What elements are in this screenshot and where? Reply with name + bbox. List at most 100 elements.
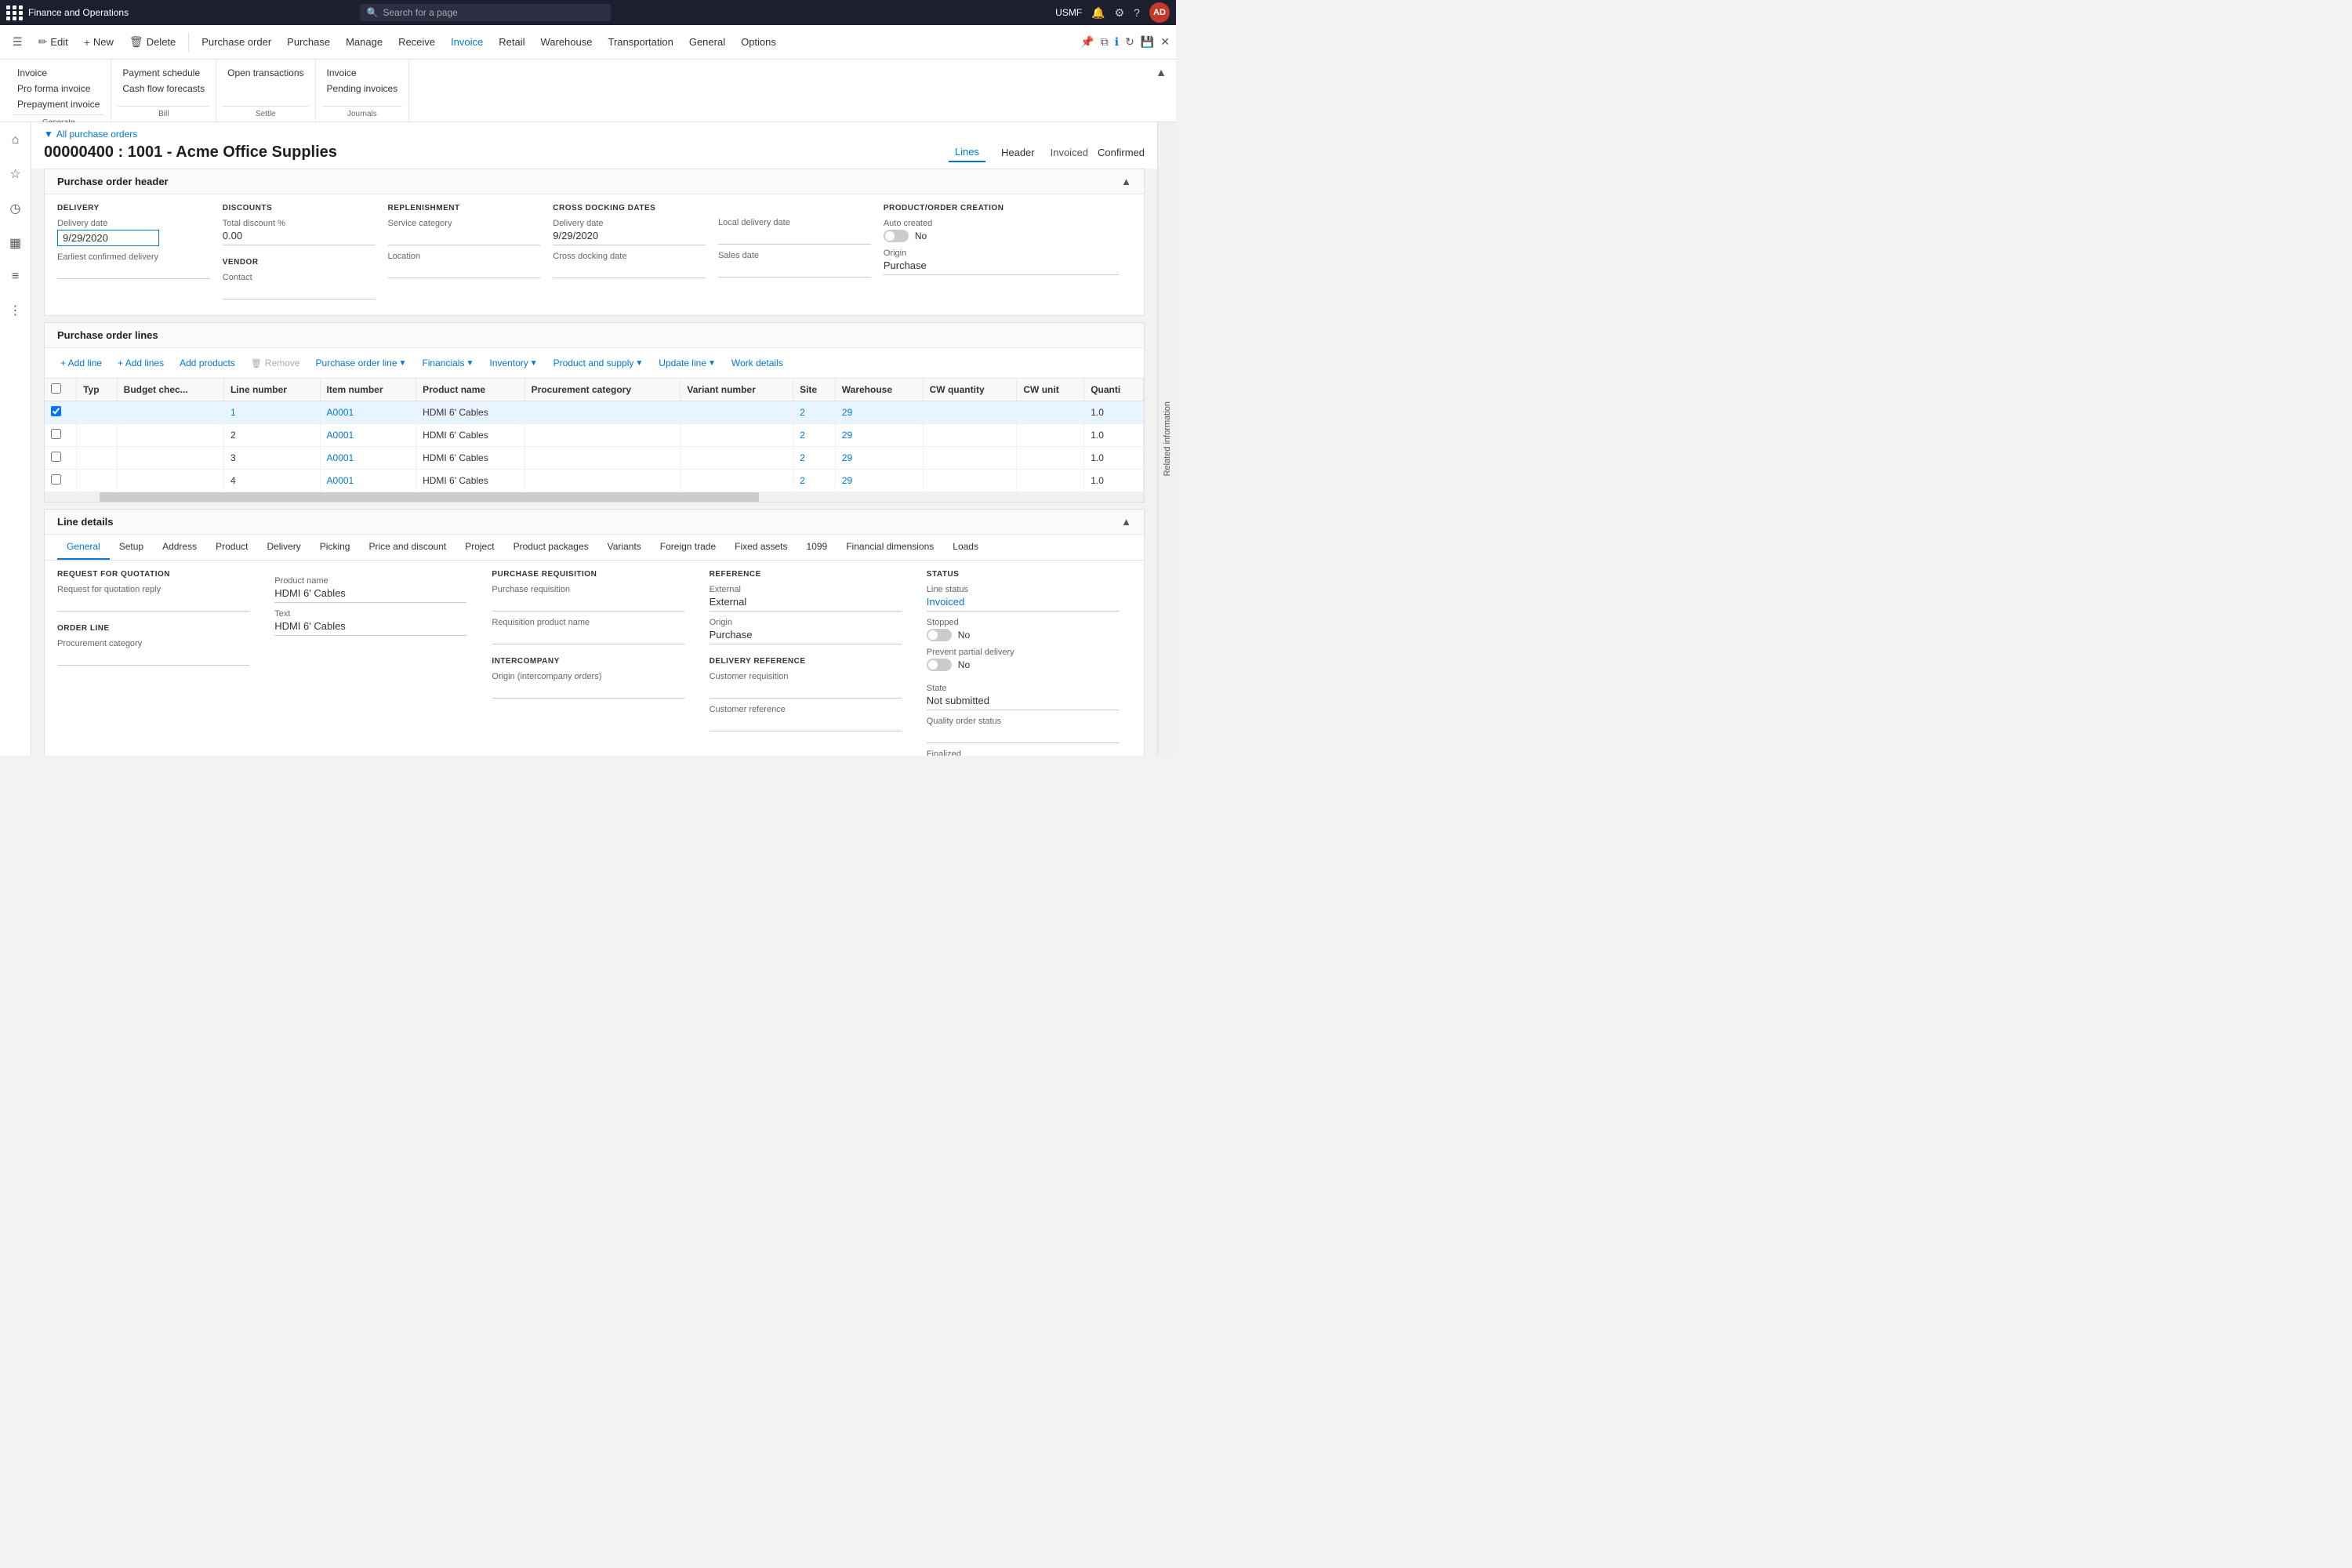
- stopped-toggle[interactable]: [927, 629, 952, 641]
- refresh-icon[interactable]: ↻: [1125, 35, 1134, 49]
- new-icon: +: [84, 36, 90, 49]
- detail-tab-picking[interactable]: Picking: [310, 535, 360, 560]
- table-row[interactable]: 1 A0001 HDMI 6' Cables 2 29 1.0: [45, 401, 1144, 424]
- delivery-date-input[interactable]: [57, 230, 159, 246]
- detail-tab-product[interactable]: Product: [206, 535, 257, 560]
- related-information-panel[interactable]: Related information: [1157, 122, 1176, 756]
- local-delivery-date-value: [718, 229, 871, 245]
- tab-receive[interactable]: Receive: [392, 33, 441, 51]
- delivery-ref-section-title: DELIVERY REFERENCE: [710, 657, 902, 666]
- add-products-button[interactable]: Add products: [173, 354, 241, 372]
- table-row[interactable]: 2 A0001 HDMI 6' Cables 2 29 1.0: [45, 424, 1144, 447]
- detail-tab-general[interactable]: General: [57, 535, 110, 560]
- recent-icon[interactable]: ◷: [5, 196, 26, 221]
- close-icon[interactable]: ✕: [1160, 35, 1170, 49]
- tab-header[interactable]: Header: [995, 143, 1041, 162]
- tab-options[interactable]: Options: [735, 33, 782, 51]
- cell-check[interactable]: [45, 424, 77, 447]
- financials-button[interactable]: Financials ▼: [416, 354, 480, 372]
- tab-warehouse[interactable]: Warehouse: [534, 33, 598, 51]
- po-header-collapse-icon[interactable]: ▲: [1121, 176, 1131, 187]
- tab-invoice[interactable]: Invoice: [445, 33, 489, 51]
- row-checkbox[interactable]: [51, 406, 61, 416]
- copy-icon[interactable]: ⧉: [1101, 35, 1109, 49]
- breadcrumb[interactable]: ▼ All purchase orders: [44, 129, 1145, 140]
- line-details-section-wrap: Line details ▲ General Setup Address Pro…: [31, 509, 1157, 756]
- detail-tab-fixed-assets[interactable]: Fixed assets: [725, 535, 797, 560]
- list-icon[interactable]: ≡: [7, 265, 24, 289]
- add-line-button[interactable]: + Add line: [54, 354, 108, 372]
- star-icon[interactable]: ☆: [5, 162, 25, 187]
- detail-tab-delivery[interactable]: Delivery: [257, 535, 310, 560]
- cell-check[interactable]: [45, 401, 77, 424]
- update-line-button[interactable]: Update line ▼: [652, 354, 722, 372]
- purchase-order-line-button[interactable]: Purchase order line ▼: [309, 354, 412, 372]
- tab-transportation[interactable]: Transportation: [601, 33, 679, 51]
- tab-purchase-order[interactable]: Purchase order: [195, 33, 278, 51]
- sales-date-value: [718, 262, 871, 278]
- hamburger-button[interactable]: ☰: [6, 32, 29, 52]
- detail-tab-1099[interactable]: 1099: [797, 535, 837, 560]
- pin-icon[interactable]: 📌: [1080, 35, 1094, 49]
- table-scrollbar-h[interactable]: [45, 492, 1144, 502]
- ribbon-pending-invoices-btn[interactable]: Pending invoices: [322, 82, 403, 96]
- row-checkbox[interactable]: [51, 452, 61, 462]
- add-lines-button[interactable]: + Add lines: [111, 354, 170, 372]
- ribbon-prepayment-btn[interactable]: Prepayment invoice: [13, 97, 104, 111]
- info-icon[interactable]: ℹ: [1115, 35, 1119, 49]
- ribbon-payment-schedule-btn[interactable]: Payment schedule: [118, 66, 209, 80]
- auto-created-toggle[interactable]: [884, 230, 909, 242]
- tab-purchase[interactable]: Purchase: [281, 33, 336, 51]
- remove-button[interactable]: 🗑 Remove: [245, 354, 307, 372]
- detail-tab-financial-dimensions[interactable]: Financial dimensions: [837, 535, 943, 560]
- finalized-label: Finalized: [927, 750, 1119, 756]
- prevent-partial-toggle[interactable]: [927, 659, 952, 671]
- ribbon-proforma-btn[interactable]: Pro forma invoice: [13, 82, 104, 96]
- help-icon[interactable]: ?: [1134, 6, 1140, 19]
- col-product-name: Product name: [416, 379, 525, 401]
- product-supply-button[interactable]: Product and supply ▼: [547, 354, 650, 372]
- row-checkbox[interactable]: [51, 474, 61, 485]
- filter-sidebar-icon[interactable]: ⋮: [5, 298, 27, 323]
- detail-tab-product-packages[interactable]: Product packages: [504, 535, 598, 560]
- ribbon-collapse-icon[interactable]: ▲: [1152, 63, 1170, 82]
- inventory-button[interactable]: Inventory ▼: [483, 354, 543, 372]
- ribbon-open-transactions-btn[interactable]: Open transactions: [223, 66, 308, 80]
- detail-tab-loads[interactable]: Loads: [943, 535, 988, 560]
- avatar[interactable]: AD: [1149, 2, 1170, 23]
- line-details-collapse-icon[interactable]: ▲: [1121, 516, 1131, 528]
- tab-lines[interactable]: Lines: [949, 143, 985, 162]
- table-scrollbar-thumb[interactable]: [100, 492, 759, 502]
- settings-icon[interactable]: ⚙: [1115, 6, 1125, 20]
- ribbon-journal-invoice-btn[interactable]: Invoice: [322, 66, 403, 80]
- detail-tab-variants[interactable]: Variants: [598, 535, 651, 560]
- detail-tab-foreign-trade[interactable]: Foreign trade: [651, 535, 725, 560]
- tab-manage[interactable]: Manage: [339, 33, 389, 51]
- select-all-checkbox[interactable]: [51, 383, 61, 394]
- table-row[interactable]: 3 A0001 HDMI 6' Cables 2 29 1.0: [45, 447, 1144, 470]
- ribbon-cashflow-btn[interactable]: Cash flow forecasts: [118, 82, 209, 96]
- detail-tab-setup[interactable]: Setup: [110, 535, 153, 560]
- tab-retail[interactable]: Retail: [492, 33, 531, 51]
- edit-button[interactable]: ✏ Edit: [32, 32, 74, 52]
- detail-tab-address[interactable]: Address: [153, 535, 206, 560]
- row-checkbox[interactable]: [51, 429, 61, 439]
- prevent-partial-value: No: [958, 659, 970, 670]
- table-row[interactable]: 4 A0001 HDMI 6' Cables 2 29 1.0: [45, 470, 1144, 492]
- search-box[interactable]: 🔍 Search for a page: [360, 4, 611, 21]
- detail-tab-price-discount[interactable]: Price and discount: [359, 535, 456, 560]
- cell-check[interactable]: [45, 470, 77, 492]
- tab-general[interactable]: General: [683, 33, 731, 51]
- inventory-caret: ▼: [530, 359, 538, 368]
- notification-icon[interactable]: 🔔: [1091, 6, 1105, 20]
- home-icon[interactable]: ⌂: [7, 129, 24, 152]
- work-details-button[interactable]: Work details: [725, 354, 789, 372]
- delete-button[interactable]: 🗑 Delete: [123, 32, 182, 52]
- detail-tab-project[interactable]: Project: [456, 535, 503, 560]
- new-button[interactable]: + New: [78, 33, 120, 52]
- workspace-icon[interactable]: ▦: [5, 230, 26, 256]
- save-icon[interactable]: 💾: [1141, 35, 1154, 49]
- cell-check[interactable]: [45, 447, 77, 470]
- cell-cw-unit: [1017, 470, 1084, 492]
- ribbon-invoice-btn[interactable]: Invoice: [13, 66, 104, 80]
